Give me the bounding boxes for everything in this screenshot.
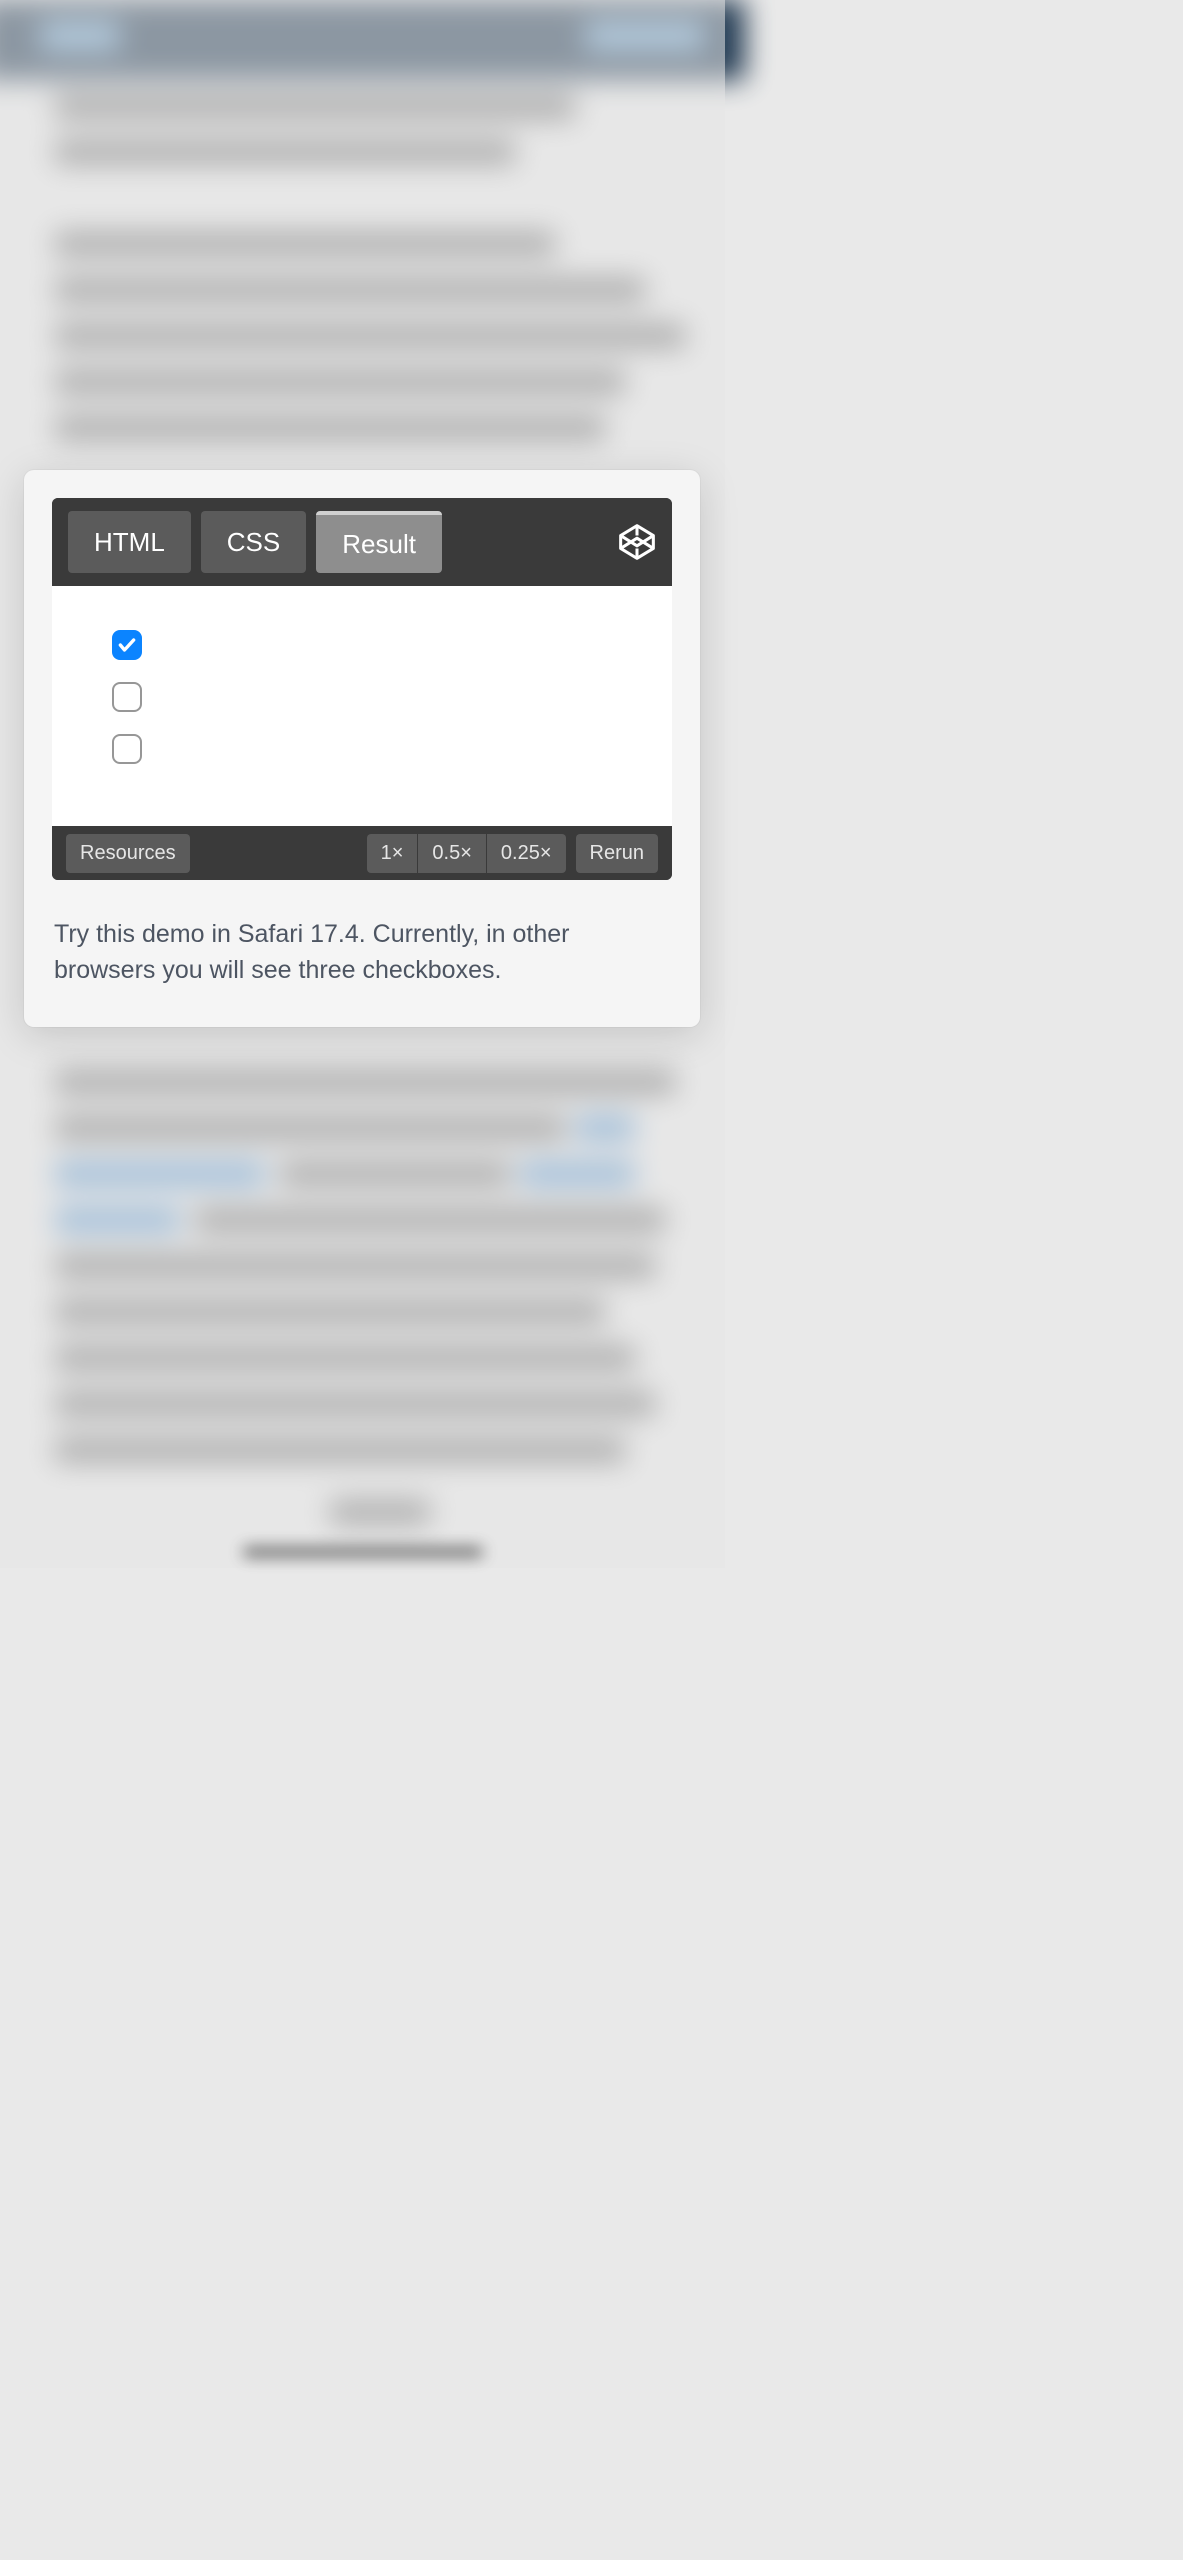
resources-button[interactable]: Resources — [66, 834, 190, 873]
zoom-025x-button[interactable]: 0.25× — [487, 834, 566, 873]
demo-caption: Try this demo in Safari 17.4. Currently,… — [52, 916, 672, 999]
codepen-tabs: HTML CSS Result — [68, 511, 442, 573]
checkbox-unchecked[interactable] — [112, 682, 142, 712]
tab-html[interactable]: HTML — [68, 511, 191, 573]
codepen-result-pane — [52, 586, 672, 826]
checkbox-list — [112, 630, 612, 764]
rerun-button[interactable]: Rerun — [576, 834, 658, 873]
codepen-header: HTML CSS Result — [52, 498, 672, 586]
home-indicator — [243, 1548, 483, 1556]
codepen-embed: HTML CSS Result Resources — [52, 498, 672, 880]
demo-modal: HTML CSS Result Resources — [24, 470, 700, 1027]
checkbox-checked[interactable] — [112, 630, 142, 660]
tab-result[interactable]: Result — [316, 511, 442, 573]
zoom-controls: 1× 0.5× 0.25× — [367, 834, 566, 873]
zoom-05x-button[interactable]: 0.5× — [418, 834, 486, 873]
check-icon — [117, 635, 137, 655]
tab-css[interactable]: CSS — [201, 511, 306, 573]
codepen-logo-icon[interactable] — [618, 523, 656, 561]
zoom-1x-button[interactable]: 1× — [367, 834, 419, 873]
codepen-footer: Resources 1× 0.5× 0.25× Rerun — [52, 826, 672, 880]
checkbox-unchecked[interactable] — [112, 734, 142, 764]
